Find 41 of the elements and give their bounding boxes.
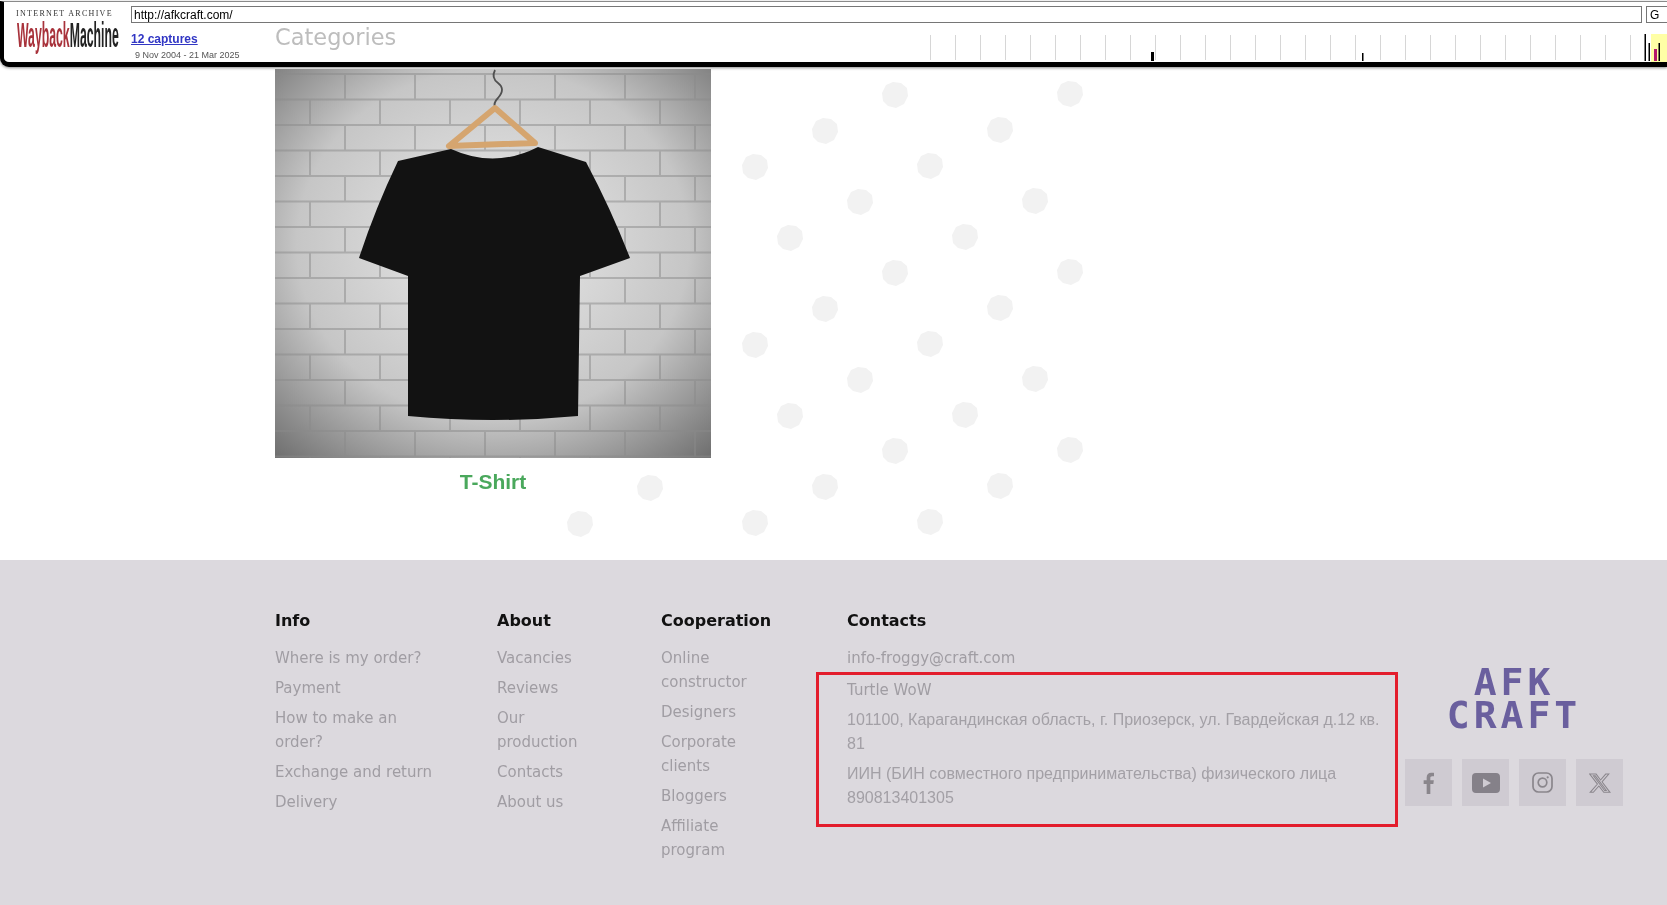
footer-link[interactable]: Contacts [497,760,564,784]
footer-link[interactable]: Payment [275,676,341,700]
social-link[interactable] [1405,759,1452,806]
instagram-icon [1532,772,1553,793]
footer-link[interactable]: Online constructor [661,646,771,694]
captures-link[interactable]: 12 captures [131,32,198,46]
footer-link[interactable]: Where is my order? [275,646,422,670]
url-field[interactable]: http://afkcraft.com/ [131,6,1642,23]
archive-tagline: INTERNET ARCHIVE [16,9,113,19]
site-logo[interactable]: AFK CRAFT [1439,666,1589,732]
wayback-logo-text: WaybackMachine [17,17,119,53]
column-heading: Contacts [847,610,927,632]
footer-link[interactable]: Delivery [275,790,338,814]
page-heading: Categories [275,26,397,48]
footer-link[interactable]: Our production [497,706,597,754]
tshirt-photo[interactable] [275,69,711,458]
company-name: Turtle WoW [847,680,932,701]
footer-link[interactable]: Designers [661,700,736,724]
footer-link[interactable]: Exchange and return [275,760,432,784]
date-range: 9 Nov 2004 - 21 Mar 2025 [135,50,240,61]
column-heading: Cooperation [661,610,772,632]
footer-link[interactable]: How to make an order? [275,706,440,754]
youtube-icon [1471,772,1500,793]
social-link[interactable] [1576,759,1623,806]
column-heading: About [497,610,551,632]
footer-link[interactable]: Reviews [497,676,559,700]
x-logo-icon [1588,771,1611,794]
footer-link[interactable]: About us [497,790,564,814]
facebook-icon [1423,771,1434,794]
footer-link[interactable]: Corporate clients [661,730,771,778]
tax-id-text: ИИН (БИН совместного предпринимательства) физического лица 890813401305 [847,764,1338,808]
address-text: 101100, Карагандинская область, г. Приозерск, ул. Гвардейская д.12 кв. 81 [847,710,1381,754]
column-heading: Info [275,610,311,632]
footer-link[interactable]: Vacancies [497,646,572,670]
email-link[interactable]: info-froggy@craft.com [847,646,1016,670]
footer-link[interactable]: Affiliate program [661,814,771,862]
go-button[interactable]: G [1646,6,1667,23]
category-link[interactable]: T-Shirt [459,469,527,495]
footer-link[interactable]: Bloggers [661,784,727,808]
social-link[interactable] [1462,759,1509,806]
social-link[interactable] [1519,759,1566,806]
